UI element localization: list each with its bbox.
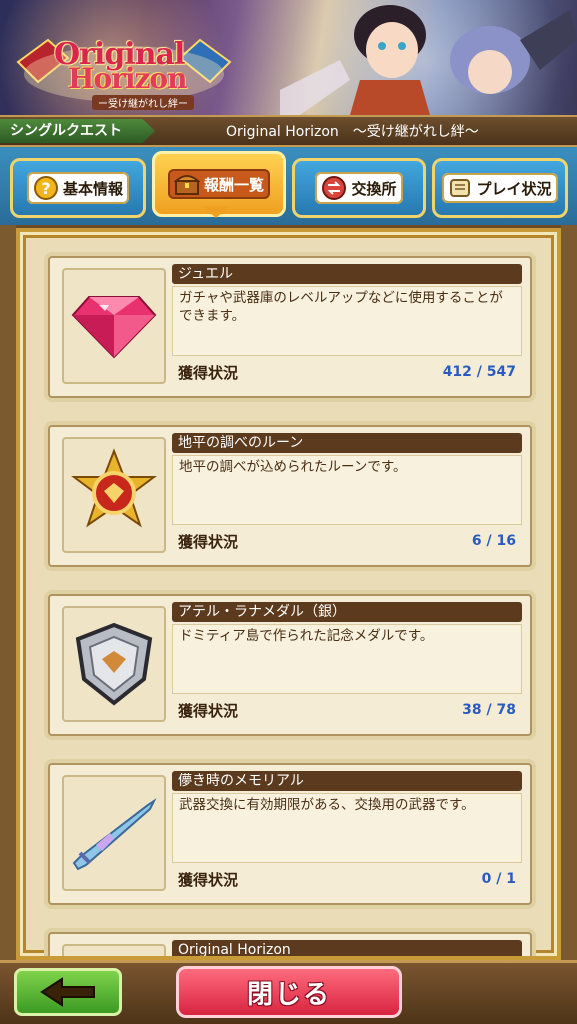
rune-medal-icon — [71, 448, 157, 528]
reward-thumbnail — [62, 606, 166, 722]
reward-progress: 0 / 1 — [481, 871, 516, 887]
quest-title: Original Horizon ～受け継がれし絆～ — [226, 124, 479, 140]
panel-frame-left — [0, 225, 16, 960]
reward-thumbnail — [62, 944, 166, 956]
svg-text:?: ? — [41, 179, 50, 198]
tab-inner: プレイ状況 — [442, 173, 558, 203]
tab-inner: ? 基本情報 — [26, 172, 129, 204]
status-label: 獲得状況 — [178, 871, 239, 889]
status-label: 獲得状況 — [178, 533, 239, 551]
tab-label: 基本情報 — [62, 179, 123, 198]
tab-exchange[interactable]: 交換所 — [292, 158, 426, 218]
reward-status-row: 獲得状況 412 / 547 — [172, 360, 522, 384]
quest-banner: Original Horizon ー受け継がれし絆ー — [0, 0, 577, 115]
tab-inner: 交換所 — [315, 172, 403, 204]
status-label: 獲得状況 — [178, 364, 239, 382]
back-button[interactable] — [14, 968, 122, 1016]
logo-subtitle: ー受け継がれし絆ー — [92, 95, 194, 110]
reward-status-row: 獲得状況 0 / 1 — [172, 867, 522, 891]
reward-description: ガチャや武器庫のレベルアップなどに使用することができます。 — [172, 286, 522, 356]
reward-status-row: 獲得状況 6 / 16 — [172, 529, 522, 553]
panel-frame-right — [561, 225, 577, 960]
character-artwork — [280, 5, 577, 115]
reward-progress: 412 / 547 — [442, 364, 516, 380]
reward-item[interactable]: ジュエル ガチャや武器庫のレベルアップなどに使用することができます。 獲得状況 … — [48, 256, 532, 398]
reward-name: 地平の調べのルーン — [172, 433, 522, 453]
tab-play-status[interactable]: プレイ状況 — [432, 158, 568, 218]
reward-name: 儚き時のメモリアル — [172, 771, 522, 791]
reward-description: 地平の調べが込められたルーンです。 — [172, 455, 522, 525]
reward-name: アテル・ラナメダル（銀） — [172, 602, 522, 622]
question-icon: ? — [33, 176, 58, 200]
close-button[interactable]: 閉じる — [176, 966, 402, 1018]
jewel-icon — [71, 296, 157, 359]
reward-name: Original Horizon — [172, 940, 522, 956]
quest-mode-label: シングルクエスト — [0, 119, 155, 143]
sword-icon — [72, 798, 157, 871]
reward-list-panel[interactable]: ジュエル ガチャや武器庫のレベルアップなどに使用することができます。 獲得状況 … — [16, 228, 561, 960]
tab-label: プレイ状況 — [476, 179, 552, 198]
reward-item[interactable]: 儚き時のメモリアル 武器交換に有効期限がある、交換用の武器です。 獲得状況 0 … — [48, 763, 532, 905]
close-button-label: 閉じる — [246, 979, 331, 1010]
reward-status-row: 獲得状況 38 / 78 — [172, 698, 522, 722]
logo-title-line2: Horizon — [68, 62, 187, 95]
tab-inner: 報酬一覧 — [167, 169, 270, 199]
reward-thumbnail — [62, 268, 166, 384]
tab-label: 交換所 — [351, 179, 397, 198]
active-tab-indicator — [202, 206, 230, 218]
silver-medal-icon — [75, 622, 153, 706]
arrow-left-icon — [40, 977, 95, 1007]
reward-item[interactable]: 地平の調べのルーン 地平の調べが込められたルーンです。 獲得状況 6 / 16 — [48, 425, 532, 567]
reward-description: ドミティア島で作られた記念メダルです。 — [172, 624, 522, 694]
reward-thumbnail — [62, 437, 166, 553]
tab-label: 報酬一覧 — [203, 175, 264, 194]
reward-thumbnail — [62, 775, 166, 891]
status-label: 獲得状況 — [178, 702, 239, 720]
reward-description: 武器交換に有効期限がある、交換用の武器です。 — [172, 793, 522, 863]
reward-name: ジュエル — [172, 264, 522, 284]
scroll-icon — [450, 179, 471, 197]
reward-item[interactable]: アテル・ラナメダル（銀） ドミティア島で作られた記念メダルです。 獲得状況 38… — [48, 594, 532, 736]
reward-progress: 38 / 78 — [462, 702, 516, 718]
treasure-chest-icon — [173, 175, 200, 195]
reward-item[interactable]: Original Horizon — [48, 932, 532, 956]
quest-title-bar: シングルクエスト Original Horizon ～受け継がれし絆～ — [0, 115, 577, 147]
tab-basic-info[interactable]: ? 基本情報 — [10, 158, 146, 218]
reward-progress: 6 / 16 — [471, 533, 516, 549]
exchange-icon — [322, 176, 347, 200]
